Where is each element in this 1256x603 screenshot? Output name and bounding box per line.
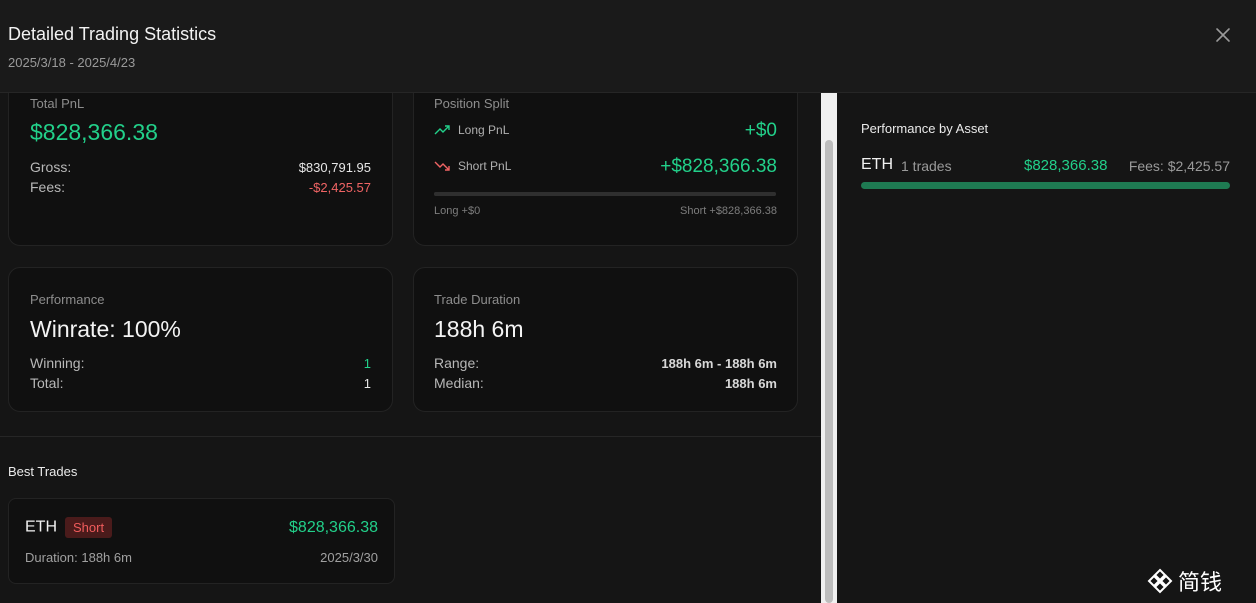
trending-up-icon — [434, 125, 450, 135]
trending-down-icon — [434, 161, 450, 171]
stats-scroll-area[interactable]: Total PnL $828,366.38 Gross: $830,791.95… — [0, 93, 821, 603]
trade-duration-label: Trade Duration — [434, 292, 521, 307]
modal-header: Detailed Trading Statistics 2025/3/18 - … — [0, 0, 1256, 93]
performance-label: Performance — [30, 292, 105, 307]
performance-card: Performance Winrate: 100% Winning: 1 Tot… — [8, 267, 393, 412]
duration-range-value: 188h 6m - 188h 6m — [661, 356, 777, 371]
best-trade-card[interactable]: ETH Short $828,366.38 Duration: 188h 6m 2… — [8, 498, 395, 584]
position-split-bar — [434, 192, 776, 196]
short-pnl-label: Short PnL — [458, 159, 512, 173]
gross-label: Gross: — [30, 159, 72, 175]
date-range: 2025/3/18 - 2025/4/23 — [8, 55, 136, 70]
long-pnl-row: Long PnL — [434, 123, 509, 137]
asset-fees: Fees: $2,425.57 — [1128, 158, 1230, 174]
total-pnl-value: $828,366.38 — [30, 119, 158, 145]
duration-range-label: Range: — [434, 355, 480, 371]
best-trade-pnl: $828,366.38 — [289, 519, 378, 536]
best-trade-asset: ETH — [25, 518, 57, 536]
section-divider — [0, 436, 821, 437]
long-pnl-value: +$0 — [744, 120, 777, 141]
close-icon — [1216, 28, 1230, 42]
total-pnl-label: Total PnL — [30, 96, 85, 111]
best-trade-duration: Duration: 188h 6m — [25, 550, 132, 565]
duration-median-label: Median: — [434, 375, 484, 391]
winning-label: Winning: — [30, 355, 85, 371]
long-pnl-label: Long PnL — [458, 123, 510, 137]
total-pnl-card: Total PnL $828,366.38 Gross: $830,791.95… — [8, 93, 393, 246]
duration-median-value: 188h 6m — [724, 376, 777, 391]
trade-duration-value: 188h 6m — [434, 316, 524, 342]
best-trade-header: ETH Short — [25, 517, 113, 538]
scrollbar-thumb[interactable] — [825, 140, 833, 603]
position-split-label: Position Split — [434, 96, 510, 111]
watermark: 简钱 — [1146, 565, 1222, 597]
asset-performance-title: Performance by Asset — [861, 121, 989, 136]
position-split-card: Position Split Long PnL +$0 Short PnL +$… — [413, 93, 798, 246]
winrate-value: Winrate: 100% — [30, 316, 181, 342]
winning-value: 1 — [363, 356, 371, 371]
asset-symbol: ETH — [861, 156, 893, 173]
short-share-fill — [434, 192, 776, 196]
fees-value: -$2,425.57 — [308, 180, 371, 195]
best-trade-date: 2025/3/30 — [320, 550, 378, 565]
watermark-text: 简钱 — [1178, 571, 1223, 596]
best-trades-title: Best Trades — [8, 464, 78, 479]
asset-trade-count: 1 trades — [901, 158, 952, 174]
asset-pnl: $828,366.38 — [1024, 157, 1108, 174]
side-badge: Short — [65, 517, 113, 538]
fees-label: Fees: — [30, 179, 66, 195]
close-button[interactable] — [1212, 24, 1234, 46]
short-pnl-value: +$828,366.38 — [660, 156, 777, 177]
gross-value: $830,791.95 — [298, 160, 371, 175]
total-trades-label: Total: — [30, 375, 64, 391]
asset-performance-panel: Performance by Asset ETH 1 trades $828,3… — [837, 93, 1256, 603]
total-trades-value: 1 — [363, 376, 371, 391]
short-pnl-row: Short PnL — [434, 159, 511, 173]
long-foot: Long +$0 — [434, 205, 481, 217]
asset-pnl-bar — [861, 182, 1230, 189]
binance-logo-icon — [1147, 568, 1173, 594]
trade-duration-card: Trade Duration 188h 6m Range: 188h 6m - … — [413, 267, 798, 412]
short-foot: Short +$828,366.38 — [680, 205, 777, 217]
modal-title: Detailed Trading Statistics — [8, 24, 217, 44]
